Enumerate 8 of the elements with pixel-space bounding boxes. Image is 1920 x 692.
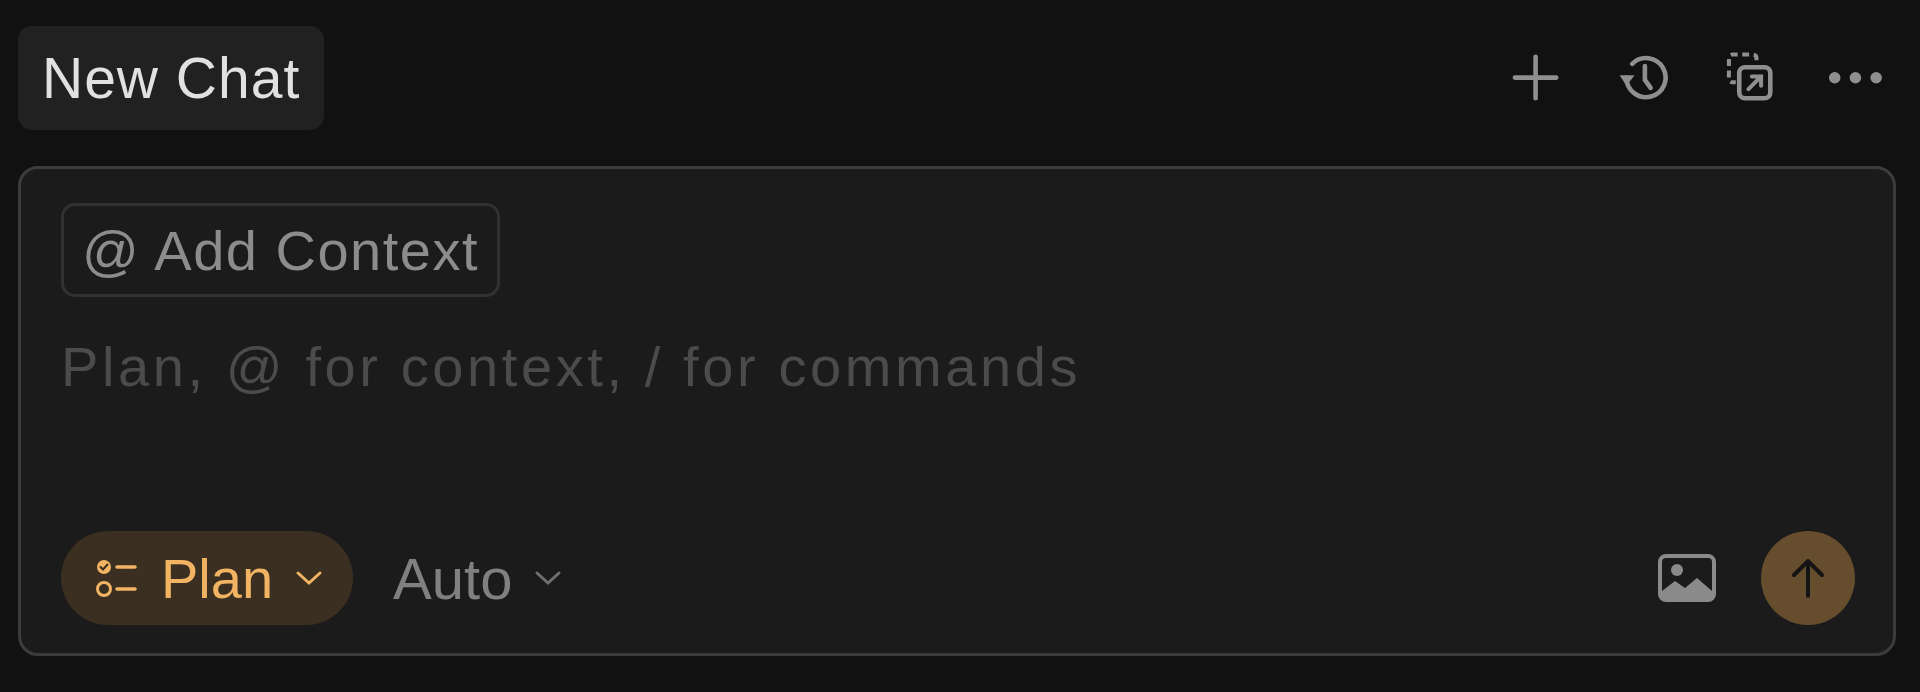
- chevron-down-icon: [295, 570, 324, 586]
- add-context-button[interactable]: @ Add Context: [61, 203, 500, 297]
- more-icon: [1829, 72, 1882, 84]
- mode-selector[interactable]: Plan: [61, 531, 354, 625]
- chat-tab[interactable]: New Chat: [18, 26, 325, 130]
- chevron-down-icon: [534, 570, 563, 586]
- image-icon: [1657, 553, 1717, 603]
- model-selector[interactable]: Auto: [385, 544, 571, 612]
